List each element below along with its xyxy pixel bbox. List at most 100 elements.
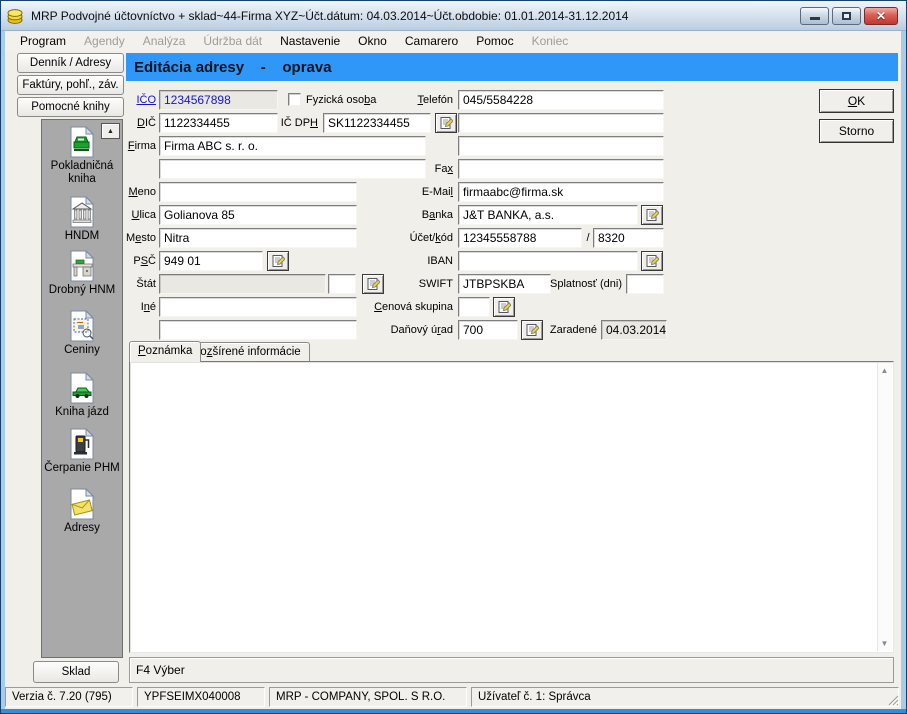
note-textarea[interactable]: ▲ ▼: [129, 361, 894, 653]
desk-icon: [66, 250, 98, 282]
sidebar-item-kniha-jazd[interactable]: Kniha jázd: [42, 372, 122, 419]
telefon-field[interactable]: 045/5584228: [458, 90, 664, 110]
meno-field[interactable]: [159, 182, 357, 202]
form-title: Editácia adresy - oprava: [126, 59, 332, 76]
sidebar-item-label: Ceniny: [64, 344, 100, 356]
telefon2-field[interactable]: [458, 113, 664, 133]
sidebar-item-cerpanie-phm[interactable]: Čerpanie PHM: [42, 428, 122, 475]
fyzicka-osoba-checkbox[interactable]: [288, 93, 301, 106]
tab-poznamka[interactable]: Poznámka: [129, 341, 201, 362]
minimize-button[interactable]: [800, 7, 829, 25]
meno-label: Meno: [96, 182, 156, 202]
sidebar-item-label: Adresy: [64, 522, 100, 534]
hint-bar: F4 Výber: [129, 657, 894, 683]
ulica-label: Ulica: [96, 205, 156, 225]
menu-nastavenie[interactable]: Nastavenie: [271, 32, 349, 50]
psc-field[interactable]: 949 01: [159, 251, 263, 271]
mesto-label: Mesto: [96, 228, 156, 248]
iban-label: IBAN: [356, 251, 453, 271]
menu-camarero[interactable]: Camarero: [396, 32, 467, 50]
status-version: Verzia č. 7.20 (795): [5, 687, 133, 707]
firma-field[interactable]: Firma ABC s. r. o.: [159, 136, 426, 156]
note-pencil-icon: [645, 254, 659, 268]
fax-field[interactable]: [458, 159, 664, 179]
stat-field: [159, 274, 326, 294]
menu-pomoc[interactable]: Pomoc: [467, 32, 522, 50]
sidebar-item-label: Kniha jázd: [55, 406, 109, 418]
note-pencil-icon: [525, 323, 539, 337]
sidebar-item-label: HNDM: [65, 230, 100, 242]
cenova-skupina-label: Cenová skupina: [356, 297, 453, 317]
status-user: Užívateľ č. 1: Správca: [471, 687, 899, 707]
cenova-skupina-field[interactable]: [458, 297, 490, 317]
iban-lookup-button[interactable]: [641, 251, 663, 271]
menu-program[interactable]: Program: [11, 32, 75, 50]
danovy-urad-field[interactable]: 700: [458, 320, 518, 340]
scroll-up-icon[interactable]: ▲: [879, 365, 890, 376]
ine-label: Iné: [96, 297, 156, 317]
stamp-icon: [66, 310, 98, 342]
iban-field[interactable]: [458, 251, 638, 271]
resize-grip[interactable]: [887, 694, 900, 707]
email-label: E-Mail: [356, 182, 453, 202]
psc-label: PSČ: [96, 251, 156, 271]
content: Editácia adresy - oprava IČO 1234567898 …: [126, 51, 898, 683]
splatnost-field[interactable]: [626, 274, 664, 294]
sklad-button[interactable]: Sklad: [33, 661, 119, 683]
icdph-field[interactable]: SK1122334455: [323, 113, 431, 133]
banka-field[interactable]: J&T BANKA, a.s.: [458, 205, 638, 225]
psc-lookup-button[interactable]: [267, 251, 289, 271]
titlebar: MRP Podvojné účtovníctvo + sklad~44-Firm…: [1, 1, 906, 31]
coins-icon: [7, 7, 25, 25]
bank-icon: [66, 196, 98, 228]
storno-button[interactable]: Storno: [819, 119, 894, 143]
email-field[interactable]: firmaabc@firma.sk: [458, 182, 664, 202]
ucet-label: Účet/kód: [356, 228, 453, 248]
minimize-icon: [810, 17, 820, 20]
zaradene-label: Zaradené: [538, 320, 597, 340]
kod-field[interactable]: 8320: [593, 228, 664, 248]
form-header: Editácia adresy - oprava: [126, 53, 898, 81]
edit-address-form: IČO 1234567898 Fyzická osoba Telefón 045…: [126, 81, 898, 683]
dic-label: DIČ: [96, 113, 156, 133]
status-license: YPFSEIMX040008: [137, 687, 265, 707]
car-icon: [66, 372, 98, 404]
ok-button[interactable]: OK: [819, 89, 894, 113]
ulica-field[interactable]: Golianova 85: [159, 205, 357, 225]
close-button[interactable]: ✕: [864, 7, 898, 25]
sidebar-item-pokladnicna-kniha[interactable]: Pokladničná kniha: [42, 126, 122, 186]
dic-field[interactable]: 1122334455: [159, 113, 278, 133]
cenova-skupina-lookup-button[interactable]: [493, 297, 515, 317]
scroll-down-icon[interactable]: ▼: [879, 638, 890, 649]
ucet-field[interactable]: 12345558788: [458, 228, 582, 248]
tab-rozsirene-informacie[interactable]: Rozšírené informácie: [183, 342, 310, 362]
note-pencil-icon: [497, 300, 511, 314]
banka-label: Banka: [356, 205, 453, 225]
firma-label: Firma: [96, 136, 156, 156]
ine-field[interactable]: [159, 297, 357, 317]
icdph-label: IČ DPH: [266, 113, 318, 133]
sidebar-item-ceniny[interactable]: Ceniny: [42, 310, 122, 357]
ico-label[interactable]: IČO: [96, 90, 156, 110]
mesto-field[interactable]: Nitra: [159, 228, 357, 248]
menu-okno[interactable]: Okno: [349, 32, 396, 50]
menu-koniec: Koniec: [523, 32, 578, 50]
firma-right-field[interactable]: [458, 136, 664, 156]
icdph-lookup-button[interactable]: [435, 113, 457, 133]
danovy-urad-label: Daňový úrad: [356, 320, 453, 340]
note-scrollbar[interactable]: ▲ ▼: [877, 363, 892, 651]
ucet-separator: /: [584, 228, 592, 248]
ico-field[interactable]: 1234567898: [159, 90, 278, 110]
sidebar-tab-dennik-adresy[interactable]: Denník / Adresy: [17, 53, 124, 73]
menu-agendy: Agendy: [75, 32, 134, 50]
ine2-field[interactable]: [159, 320, 357, 340]
sidebar-item-adresy[interactable]: Adresy: [42, 488, 122, 535]
status-company: MRP - COMPANY, SPOL. S R.O.: [269, 687, 467, 707]
stat-code-field[interactable]: [328, 274, 356, 294]
note-pencil-icon: [439, 116, 453, 130]
restore-icon: [842, 12, 851, 20]
swift-label: SWIFT: [356, 274, 453, 294]
restore-button[interactable]: [832, 7, 861, 25]
banka-lookup-button[interactable]: [641, 205, 663, 225]
menu-analyza: Analýza: [134, 32, 195, 50]
